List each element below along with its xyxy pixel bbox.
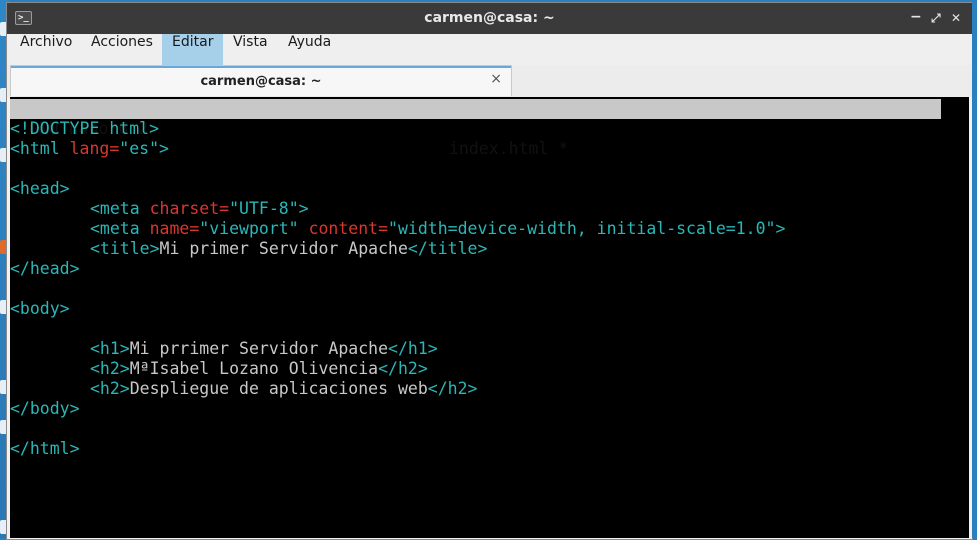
code-line: <meta charset="UTF-8"> [10,199,785,219]
code-token: <html [10,139,60,158]
code-token: > [775,219,786,238]
tab-terminal[interactable]: carmen@casa: ~ × [10,65,512,96]
menu-acciones[interactable]: Acciones [81,34,163,65]
code-token: <meta [90,199,140,218]
tab-label: carmen@casa: ~ [200,74,322,89]
code-line: <title>Mi primer Servidor Apache</title> [10,239,785,259]
code-line: <!DOCTYPE html> [10,119,785,139]
terminal-window: >_ carmen@casa: ~ − ⤢ ✕ Archivo Acciones… [6,2,973,540]
menu-archivo[interactable]: Archivo [10,34,82,65]
code-line: <h2>Despliegue de aplicaciones web</h2> [10,379,785,399]
code-token: </h2> [427,379,478,398]
menu-vista[interactable]: Vista [223,34,278,65]
code-token: </h1> [388,339,438,358]
tab-bar: carmen@casa: ~ × [7,65,972,97]
code-token: </body> [10,399,80,418]
code-token: <meta [90,219,140,238]
code-token: > [159,139,169,158]
code-token: </h2> [378,359,428,378]
code-token: > [298,199,309,218]
code-line: </head> [10,259,785,279]
code-token: <head> [10,179,70,198]
menu-editar[interactable]: Editar [162,34,224,65]
maximize-button[interactable]: ⤢ [931,11,941,26]
code-token: MªIsabel Lozano Olivencia [129,359,379,378]
code-token: name= [149,219,200,238]
menu-ayuda[interactable]: Ayuda [278,34,341,65]
code-token: content= [308,219,389,238]
code-line: </html> [10,439,785,459]
code-token: </head> [10,259,80,278]
code-token: "UTF-8" [229,199,299,218]
code-token: <title> [90,239,160,258]
code-line: <body> [10,299,785,319]
code-token: <!DOCTYPE html> [10,119,160,138]
nano-header-bar: GNU nano 6.2 index.html * [10,99,941,158]
code-token: "width=device-width, initial-scale=1.0" [388,219,776,238]
code-token: Mi prrimer Servidor Apache [129,339,389,358]
code-token: </html> [10,439,80,458]
code-token: "es" [119,139,160,158]
tab-close-icon[interactable]: × [490,71,502,87]
code-token: <h2> [90,379,130,398]
code-token: Mi primer Servidor Apache [159,239,408,258]
code-line: <html lang="es"> [10,139,785,159]
terminal-area[interactable]: GNU nano 6.2 index.html * <!DOCTYPE html… [10,97,969,538]
code-token: <body> [10,299,70,318]
title-bar[interactable]: >_ carmen@casa: ~ − ⤢ ✕ [7,3,972,34]
code-line: <h2>MªIsabel Lozano Olivencia</h2> [10,359,785,379]
code-line: <h1>Mi prrimer Servidor Apache</h1> [10,339,785,359]
code-token: <h2> [90,359,130,378]
code-line: </body> [10,399,785,419]
close-button[interactable]: ✕ [951,11,961,25]
code-token: lang= [69,139,120,158]
code-token: </title> [407,239,488,258]
minimize-button[interactable]: − [910,9,922,25]
code-token: <h1> [90,339,130,358]
code-token: charset= [149,199,230,218]
menu-bar: Archivo Acciones Editar Vista Ayuda [7,34,972,65]
desktop-edge [972,0,977,538]
code-line: <head> [10,179,785,199]
editor-content[interactable]: <!DOCTYPE html> <html lang="es"> <head> … [10,119,785,459]
window-title: carmen@casa: ~ [424,10,555,26]
code-token: "viewport" [199,219,299,238]
code-token: Despliegue de aplicaciones web [129,379,428,398]
code-line: <meta name="viewport" content="width=dev… [10,219,785,239]
